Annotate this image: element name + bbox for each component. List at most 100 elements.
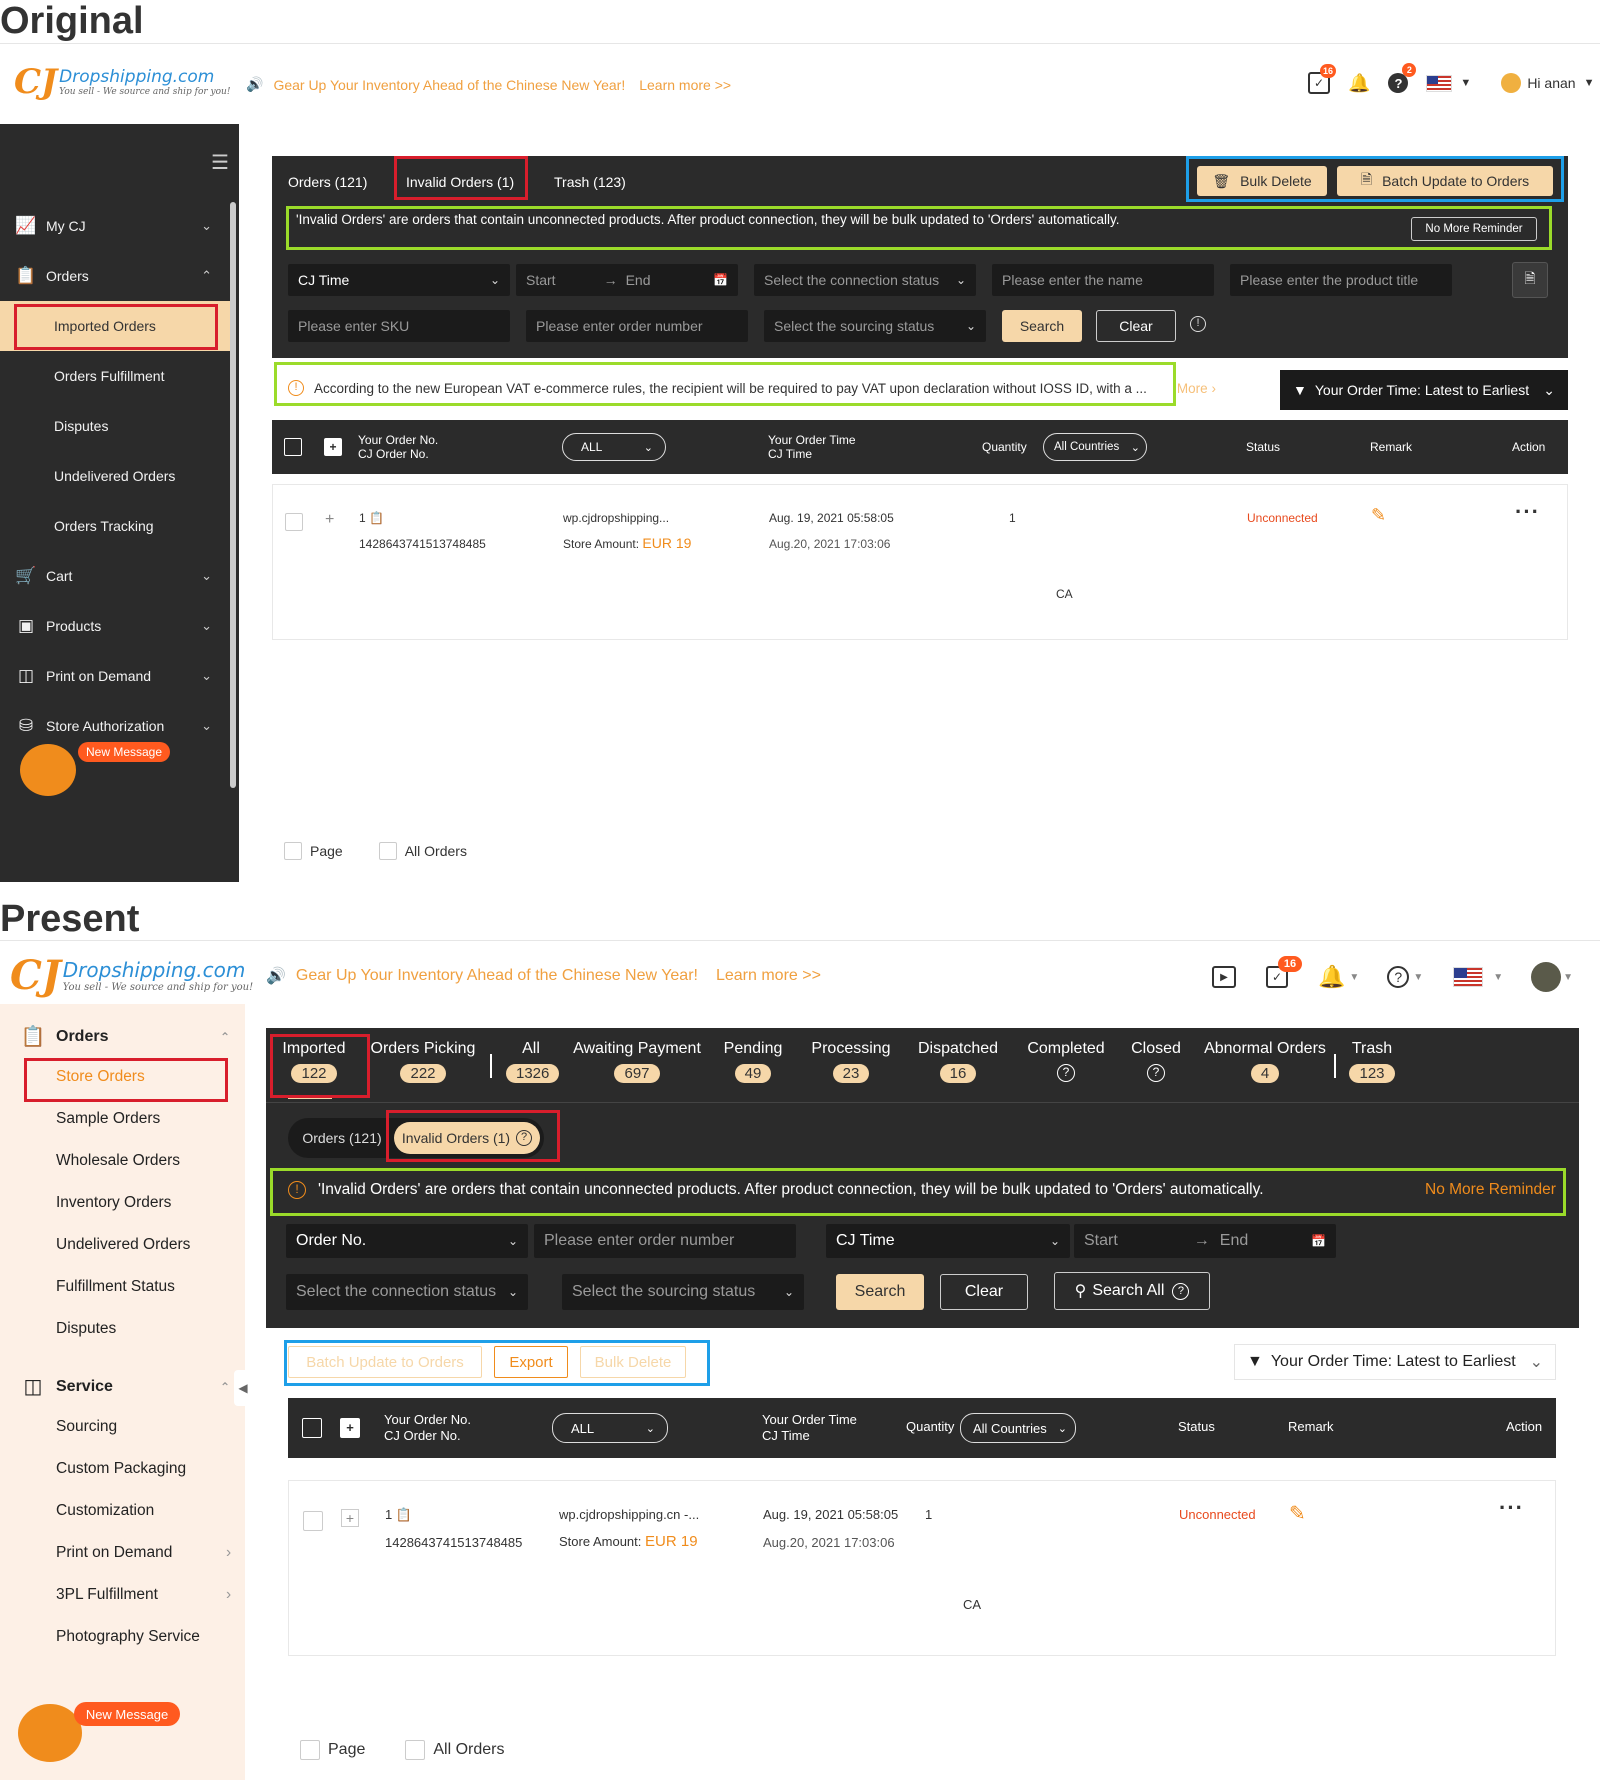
connection-status-select[interactable]: Select the connection status ⌄ — [286, 1274, 528, 1310]
sidebar-item-orders-tracking[interactable]: Orders Tracking — [0, 501, 230, 551]
us-flag-icon[interactable] — [1426, 74, 1453, 92]
select-all-checkbox[interactable] — [302, 1418, 322, 1438]
more-actions-icon[interactable]: ··· — [1515, 499, 1540, 525]
more-actions-icon[interactable]: ··· — [1499, 1495, 1524, 1521]
bell-icon[interactable]: 🔔 — [1318, 964, 1345, 990]
sidebar-item-inventory-orders[interactable]: Inventory Orders — [56, 1194, 171, 1212]
sidebar-item-products[interactable]: ▣ Products ⌄ — [0, 601, 230, 651]
sidebar-item-wholesale-orders[interactable]: Wholesale Orders — [56, 1152, 180, 1170]
menu-collapse-icon[interactable]: ☰ — [211, 150, 229, 175]
chat-bot-icon[interactable] — [18, 1704, 82, 1762]
help-circle-icon[interactable]: ? — [1147, 1064, 1165, 1082]
orders-check-icon[interactable]: ✓ 16 — [1308, 64, 1336, 94]
expand-row-icon[interactable]: + — [341, 1509, 359, 1527]
name-input[interactable]: Please enter the name — [992, 264, 1214, 296]
sidebar-scrollbar[interactable] — [230, 202, 236, 788]
sidebar-item-photography-service[interactable]: Photography Service — [56, 1628, 200, 1646]
date-range-picker[interactable]: Start → End 📅 — [516, 264, 738, 296]
seg-orders[interactable]: Orders (121) — [292, 1122, 392, 1154]
sidebar-item-sourcing[interactable]: Sourcing — [56, 1418, 117, 1436]
caret-down-icon[interactable]: ▼ — [1460, 77, 1471, 89]
sidebar-item-3pl-fulfillment[interactable]: 3PL Fulfillment › — [56, 1586, 231, 1604]
video-tutorial-icon[interactable]: ▶ — [1212, 966, 1236, 988]
tab-dispatched[interactable]: Dispatched 16 — [912, 1040, 1004, 1083]
tab-processing[interactable]: Processing 23 — [804, 1040, 898, 1083]
us-flag-icon[interactable] — [1453, 967, 1484, 987]
tab-completed[interactable]: Completed? — [1018, 1040, 1114, 1082]
chat-bot-icon[interactable] — [20, 744, 76, 796]
start-date[interactable]: Start — [1084, 1232, 1118, 1250]
page-checkbox[interactable] — [300, 1740, 320, 1760]
copy-icon[interactable]: 📋 — [396, 1507, 412, 1522]
countries-filter-select[interactable]: All Countries ⌄ — [960, 1413, 1076, 1443]
tab-all[interactable]: All 1326 — [506, 1040, 560, 1083]
sidebar-item-custom-packaging[interactable]: Custom Packaging — [56, 1460, 186, 1478]
expand-all-icon[interactable]: + — [340, 1418, 360, 1438]
caret-down-icon[interactable]: ▼ — [1563, 972, 1573, 983]
bell-icon[interactable]: 🔔 — [1348, 73, 1370, 94]
sidebar-item-customization[interactable]: Customization — [56, 1502, 154, 1520]
sidebar-item-my-cj[interactable]: 📈 My CJ ⌄ — [0, 201, 230, 251]
avatar[interactable] — [1501, 73, 1522, 93]
search-all-button[interactable]: ⚲ Search All? — [1054, 1272, 1210, 1310]
export-file-icon[interactable]: 🗎 — [1512, 262, 1548, 298]
tab-abnormal-orders[interactable]: Abnormal Orders 4 — [1200, 1040, 1330, 1083]
caret-down-icon[interactable]: ▼ — [1413, 972, 1423, 983]
edit-remark-icon[interactable]: ✎ — [1289, 1501, 1306, 1526]
learn-more-link[interactable]: Learn more >> — [716, 967, 821, 985]
clear-button[interactable]: Clear — [1096, 310, 1176, 342]
help-icon[interactable]: ? 2 — [1388, 63, 1417, 93]
all-orders-checkbox[interactable] — [378, 842, 397, 860]
info-icon[interactable]: ! — [1190, 316, 1206, 332]
cj-time-select[interactable]: CJ Time ⌄ — [288, 264, 510, 296]
date-range-picker[interactable]: Start → End 📅 — [1074, 1224, 1336, 1258]
store-filter-select[interactable]: ALL ⌄ — [562, 433, 666, 461]
learn-more-link[interactable]: Learn more >> — [639, 77, 731, 93]
sidebar-item-service[interactable]: ◫ Service ⌃ — [20, 1374, 240, 1399]
expand-all-icon[interactable]: + — [324, 438, 342, 456]
row-checkbox[interactable] — [285, 513, 303, 531]
select-all-checkbox[interactable] — [284, 438, 302, 456]
sidebar-item-orders-fulfillment[interactable]: Orders Fulfillment — [0, 351, 230, 401]
sidebar-item-fulfillment-status[interactable]: Fulfillment Status — [56, 1278, 175, 1296]
new-message-badge[interactable]: New Message — [78, 742, 170, 762]
cj-time-select[interactable]: CJ Time ⌄ — [826, 1224, 1070, 1258]
sidebar-collapse-handle[interactable]: ◀ — [234, 1370, 252, 1406]
more-link[interactable]: More › — [1177, 381, 1216, 396]
clear-button[interactable]: Clear — [940, 1274, 1028, 1310]
end-date[interactable]: End — [1220, 1232, 1248, 1250]
caret-down-icon[interactable]: ▼ — [1493, 972, 1503, 983]
sku-input[interactable]: Please enter SKU — [288, 310, 510, 342]
logo[interactable]: CJ Dropshipping.com You sell - We source… — [14, 62, 230, 102]
product-title-input[interactable]: Please enter the product title — [1230, 264, 1452, 296]
sort-order-select[interactable]: ▼ Your Order Time: Latest to Earliest ⌄ — [1280, 370, 1568, 410]
tab-orders[interactable]: Orders (121) — [288, 174, 367, 190]
sidebar-item-orders[interactable]: 📋 Orders ⌃ — [0, 251, 230, 301]
announcement[interactable]: 🔊 Gear Up Your Inventory Ahead of the Ch… — [266, 966, 821, 986]
tab-trash[interactable]: Trash (123) — [554, 174, 626, 190]
caret-down-icon[interactable]: ▼ — [1584, 77, 1595, 89]
sidebar-item-print-on-demand[interactable]: ◫ Print on Demand ⌄ — [0, 651, 230, 701]
store-filter-select[interactable]: ALL ⌄ — [552, 1413, 668, 1443]
end-date[interactable]: End — [626, 272, 651, 288]
sidebar-item-cart[interactable]: 🛒 Cart ⌄ — [0, 551, 230, 601]
sidebar-item-disputes[interactable]: Disputes — [0, 401, 230, 451]
tab-awaiting-payment[interactable]: Awaiting Payment 697 — [572, 1040, 702, 1083]
connection-status-select[interactable]: Select the connection status ⌄ — [754, 264, 976, 296]
new-message-badge[interactable]: New Message — [74, 1702, 180, 1726]
sort-order-select[interactable]: ▼ Your Order Time: Latest to Earliest ⌄ — [1234, 1344, 1556, 1380]
orders-check-icon[interactable]: ✓ 16 — [1266, 956, 1302, 988]
sidebar-item-orders[interactable]: 📋 Orders ⌃ — [20, 1024, 240, 1049]
search-button[interactable]: Search — [836, 1274, 924, 1310]
avatar[interactable] — [1531, 962, 1562, 992]
tab-closed[interactable]: Closed? — [1126, 1040, 1186, 1082]
help-circle-icon[interactable]: ? — [1057, 1064, 1075, 1082]
cj-order-number[interactable]: 1428643741513748485 — [385, 1535, 522, 1550]
help-icon[interactable]: ? — [1387, 966, 1410, 988]
page-checkbox[interactable] — [284, 842, 302, 860]
cj-order-number[interactable]: 1428643741513748485 — [359, 537, 486, 551]
sourcing-status-select[interactable]: Select the sourcing status ⌄ — [562, 1274, 804, 1310]
order-no-select[interactable]: Order No. ⌄ — [286, 1224, 528, 1258]
countries-filter-select[interactable]: All Countries ⌄ — [1043, 433, 1147, 461]
expand-row-icon[interactable]: + — [325, 511, 334, 529]
